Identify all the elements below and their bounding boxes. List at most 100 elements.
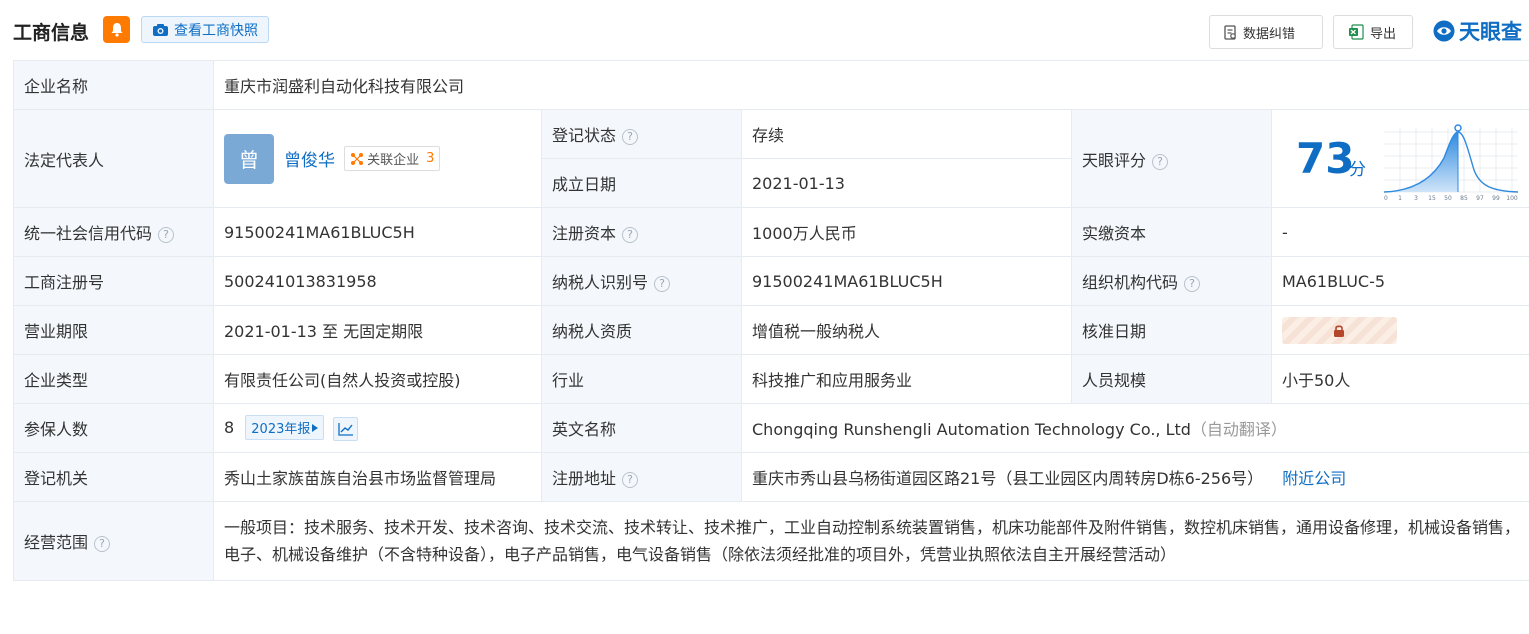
approval-date-cell — [1271, 305, 1529, 355]
trend-chart-icon[interactable] — [333, 416, 359, 441]
reg-address-label: 注册地址 — [552, 469, 617, 488]
logo-text: 天眼查 — [1459, 20, 1522, 44]
taxpayer-id-label-cell: 纳税人识别号? — [541, 256, 742, 306]
related-companies-tag[interactable]: 关联企业 3 — [344, 146, 441, 172]
help-icon[interactable]: ? — [622, 227, 639, 243]
table-row: 企业类型 有限责任公司(自然人投资或控股) 行业 科技推广和应用服务业 人员规模… — [13, 354, 1529, 404]
insured-label: 参保人数 — [13, 403, 214, 453]
reg-address-label-cell: 注册地址? — [541, 452, 742, 502]
help-icon[interactable]: ? — [94, 536, 111, 552]
tianyan-score-unit: 分 — [1349, 160, 1366, 180]
eye-logo-icon — [1433, 20, 1455, 42]
reg-status-label-cell: 登记状态? — [541, 109, 742, 159]
table-row: 参保人数 8 2023年报 英文名称 Chongqing Runshengli … — [13, 403, 1529, 453]
help-icon[interactable]: ? — [622, 472, 639, 488]
reg-address-cell: 重庆市秀山县乌杨街道园区路21号（县工业园区内周转房D栋6-256号） 附近公司 — [741, 452, 1529, 502]
company-name-label: 企业名称 — [13, 60, 214, 110]
taxpayer-id-value: 91500241MA61BLUC5H — [741, 256, 1072, 306]
taxpayer-id-label: 纳税人识别号 — [552, 273, 649, 292]
section-header: 工商信息 查看工商快照 数据纠错 导出 天眼查 — [0, 0, 1529, 60]
business-term-label: 营业期限 — [13, 305, 214, 355]
reg-address-value: 重庆市秀山县乌杨街道园区路21号（县工业园区内周转房D栋6-256号） — [752, 469, 1264, 488]
tianyan-score-value: 73 — [1296, 134, 1355, 183]
export-button[interactable]: 导出 — [1333, 15, 1413, 49]
reg-status-value: 存续 — [741, 109, 1072, 159]
tianyancha-logo: 天眼查 — [1432, 14, 1522, 48]
legal-rep-name-link[interactable]: 曾俊华 — [284, 151, 335, 171]
auto-translate-note: （自动翻译） — [1190, 420, 1287, 439]
found-date-value: 2021-01-13 — [741, 158, 1072, 208]
document-edit-icon — [1224, 24, 1236, 40]
help-icon[interactable]: ? — [158, 227, 175, 243]
company-type-value: 有限责任公司(自然人投资或控股) — [213, 354, 542, 404]
staff-size-value: 小于50人 — [1271, 354, 1529, 404]
industry-label: 行业 — [541, 354, 742, 404]
english-name-cell: Chongqing Runshengli Automation Technolo… — [741, 403, 1529, 453]
help-icon[interactable]: ? — [1152, 153, 1169, 170]
data-correction-button[interactable]: 数据纠错 — [1209, 15, 1323, 49]
avatar[interactable]: 曾 — [224, 133, 274, 184]
company-type-label: 企业类型 — [13, 354, 214, 404]
reg-capital-value: 1000万人民币 — [741, 207, 1072, 257]
nearby-companies-link[interactable]: 附近公司 — [1282, 469, 1346, 488]
found-date-label: 成立日期 — [541, 158, 742, 208]
data-correction-label: 数据纠错 — [1243, 26, 1296, 42]
locked-value-bar[interactable] — [1282, 316, 1397, 344]
table-row: 工商注册号 500241013831958 纳税人识别号? 91500241MA… — [13, 256, 1529, 306]
business-scope-label-cell: 经营范围? — [13, 501, 214, 581]
snapshot-label: 查看工商快照 — [174, 22, 258, 39]
snapshot-button[interactable]: 查看工商快照 — [141, 16, 269, 43]
table-row: 统一社会信用代码? 91500241MA61BLUC5H 注册资本? 1000万… — [13, 207, 1529, 257]
table-row: 法定代表人 曾 曾俊华 关联企业 3 登记状态? 存续 天眼评分? 73 分 0… — [13, 109, 1529, 208]
taxpayer-qual-value: 增值税一般纳税人 — [741, 305, 1072, 355]
camera-icon — [153, 23, 168, 36]
tianyan-score-label: 天眼评分 — [1082, 150, 1147, 170]
legal-rep-cell: 曾 曾俊华 关联企业 3 — [213, 109, 542, 208]
score-distribution-chart: 0 1 3 15 50 85 97 99 100 — [1383, 124, 1519, 202]
org-code-value: MA61BLUC-5 — [1271, 256, 1529, 306]
insured-cell: 8 2023年报 — [213, 403, 542, 453]
network-icon — [351, 152, 364, 165]
axis-tick-label: 0 — [1384, 195, 1388, 202]
credit-code-label-cell: 统一社会信用代码? — [13, 207, 214, 257]
tianyan-score-label-cell: 天眼评分? — [1071, 109, 1272, 208]
insured-value: 8 — [224, 418, 235, 438]
business-scope-value: 一般项目：技术服务、技术开发、技术咨询、技术交流、技术转让、技术推广，工业自动控… — [213, 501, 1529, 581]
legal-rep-label: 法定代表人 — [13, 109, 214, 208]
help-icon[interactable]: ? — [622, 129, 639, 145]
business-scope-label: 经营范围 — [24, 533, 89, 552]
table-row: 营业期限 2021-01-13 至 无固定期限 纳税人资质 增值税一般纳税人 核… — [13, 305, 1529, 355]
export-label: 导出 — [1370, 26, 1397, 42]
org-code-label-cell: 组织机构代码? — [1071, 256, 1272, 306]
paid-capital-label: 实缴资本 — [1071, 207, 1272, 257]
credit-code-value: 91500241MA61BLUC5H — [213, 207, 542, 257]
taxpayer-qual-label: 纳税人资质 — [541, 305, 742, 355]
lock-icon — [1334, 325, 1344, 337]
table-row: 登记机关 秀山土家族苗族自治县市场监督管理局 注册地址? 重庆市秀山县乌杨街道园… — [13, 452, 1529, 502]
tianyan-score-cell[interactable]: 73 分 0 1 3 15 50 85 97 99 100 — [1271, 109, 1529, 208]
annual-report-tag[interactable]: 2023年报 — [245, 415, 325, 441]
reg-capital-label: 注册资本 — [552, 224, 617, 243]
reg-status-label: 登记状态 — [552, 126, 617, 145]
credit-code-label: 统一社会信用代码 — [24, 224, 153, 243]
industry-value: 科技推广和应用服务业 — [741, 354, 1072, 404]
axis-tick-label: 85 — [1460, 195, 1468, 202]
approval-date-label: 核准日期 — [1071, 305, 1272, 355]
company-name-value: 重庆市润盛利自动化科技有限公司 — [213, 60, 1529, 110]
english-name-label: 英文名称 — [541, 403, 742, 453]
axis-tick-label: 15 — [1428, 195, 1436, 202]
related-companies-count: 3 — [426, 151, 435, 167]
help-icon[interactable]: ? — [654, 276, 671, 292]
axis-tick-label: 100 — [1506, 195, 1518, 202]
section-title: 工商信息 — [13, 22, 90, 44]
axis-tick-label: 99 — [1492, 195, 1500, 202]
annual-report-label: 2023年报 — [251, 422, 311, 438]
axis-tick-label: 97 — [1476, 195, 1484, 202]
excel-icon — [1349, 24, 1364, 40]
table-row: 经营范围? 一般项目：技术服务、技术开发、技术咨询、技术交流、技术转让、技术推广… — [13, 501, 1529, 581]
help-icon[interactable]: ? — [1184, 276, 1201, 292]
reg-authority-label: 登记机关 — [13, 452, 214, 502]
bell-icon[interactable] — [103, 16, 130, 43]
staff-size-label: 人员规模 — [1071, 354, 1272, 404]
axis-tick-label: 50 — [1444, 195, 1452, 202]
